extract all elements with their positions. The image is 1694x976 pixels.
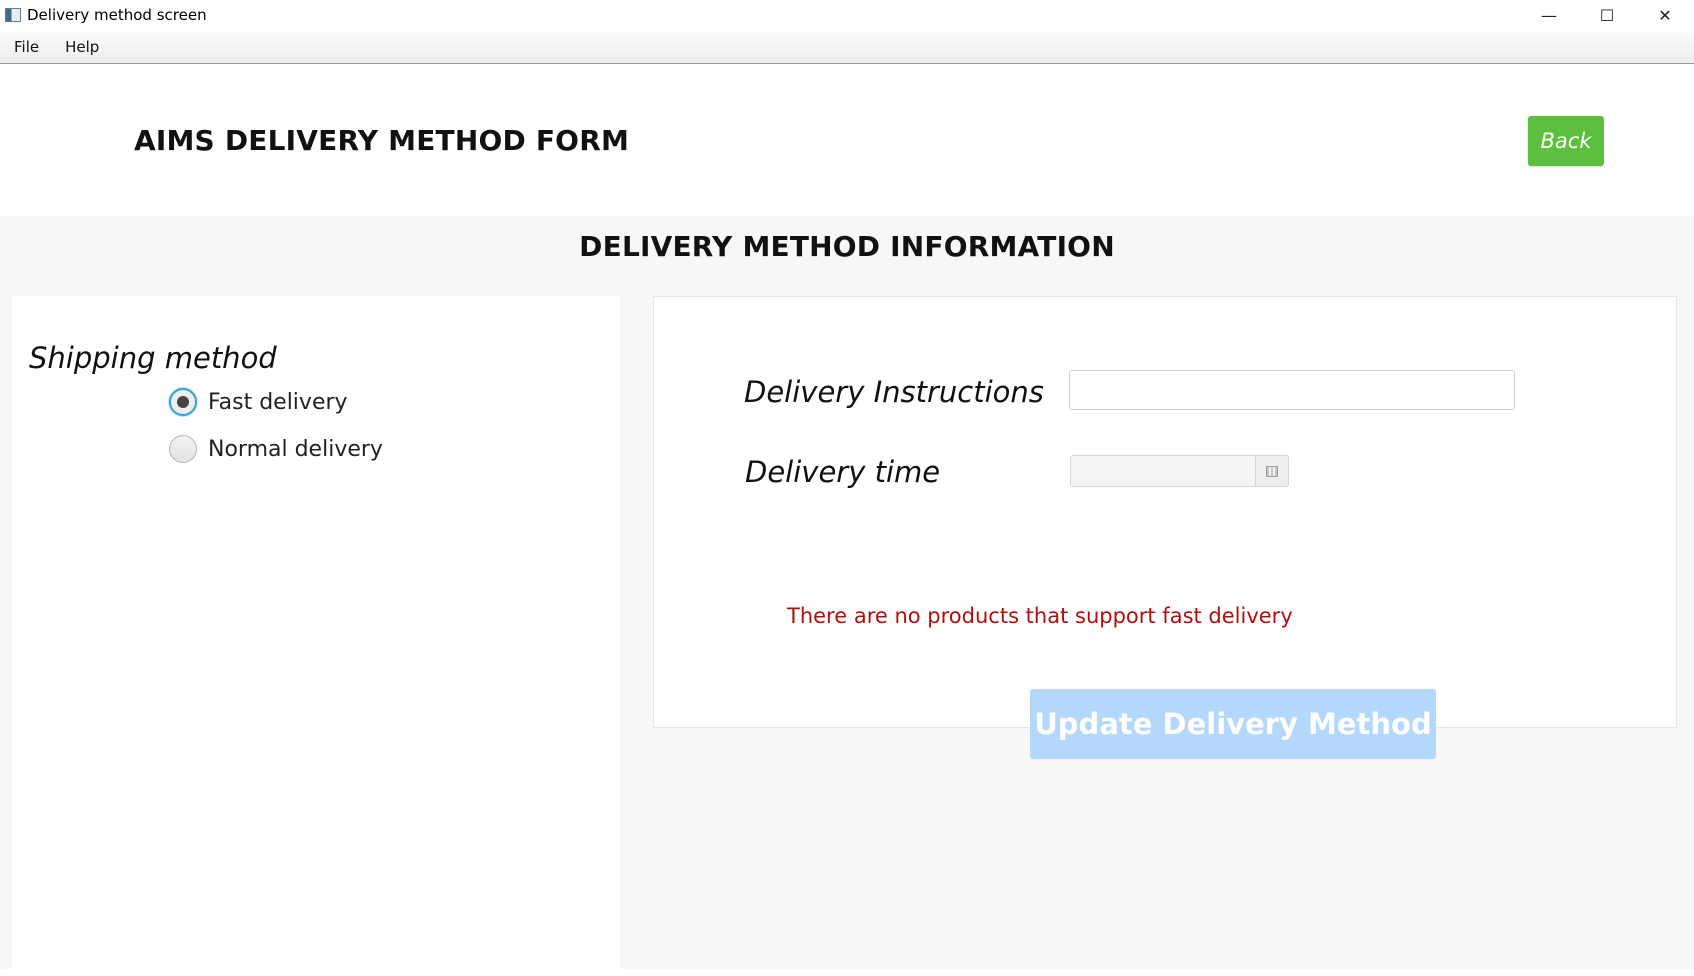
close-icon[interactable]: ✕: [1636, 0, 1694, 30]
radio-normal-delivery[interactable]: Normal delivery: [169, 435, 383, 463]
back-button[interactable]: Back: [1528, 116, 1604, 166]
minimize-icon[interactable]: —: [1520, 0, 1578, 30]
app-icon: [5, 8, 21, 22]
delivery-time-label: Delivery time: [745, 455, 941, 489]
section-title: DELIVERY METHOD INFORMATION: [579, 230, 1115, 263]
delivery-instructions-input[interactable]: [1069, 370, 1515, 410]
delivery-time-input[interactable]: [1071, 456, 1255, 488]
menu-bar: File Help: [0, 31, 1694, 64]
shipping-panel: Shipping method Fast delivery Normal del…: [12, 296, 620, 976]
radio-label-fast[interactable]: Fast delivery: [208, 390, 348, 415]
error-message: There are no products that support fast …: [787, 604, 1293, 628]
page-title: AIMS DELIVERY METHOD FORM: [134, 124, 630, 157]
header: AIMS DELIVERY METHOD FORM Back: [0, 64, 1694, 216]
update-delivery-method-button[interactable]: Update Delivery Method: [1030, 689, 1436, 759]
calendar-icon: [1266, 465, 1278, 477]
delivery-instructions-label: Delivery Instructions: [744, 375, 1044, 409]
radio-dot-icon: [177, 396, 189, 408]
radio-button-selected[interactable]: [169, 388, 197, 416]
menu-help[interactable]: Help: [53, 38, 111, 56]
calendar-button[interactable]: [1255, 456, 1288, 486]
delivery-time-picker[interactable]: [1070, 455, 1289, 488]
window-controls: — ☐ ✕: [1520, 0, 1694, 30]
radio-label-normal[interactable]: Normal delivery: [208, 437, 383, 462]
title-bar: Delivery method screen — ☐ ✕: [0, 0, 1694, 30]
menu-file[interactable]: File: [2, 38, 51, 56]
maximize-icon[interactable]: ☐: [1578, 0, 1636, 30]
delivery-form-panel: Delivery Instructions Delivery time Ther…: [653, 296, 1677, 759]
window-title: Delivery method screen: [27, 6, 207, 24]
radio-fast-delivery[interactable]: Fast delivery: [169, 388, 348, 416]
shipping-method-label: Shipping method: [29, 341, 277, 375]
radio-button[interactable]: [169, 435, 197, 463]
main-content: DELIVERY METHOD INFORMATION Shipping met…: [0, 216, 1694, 976]
